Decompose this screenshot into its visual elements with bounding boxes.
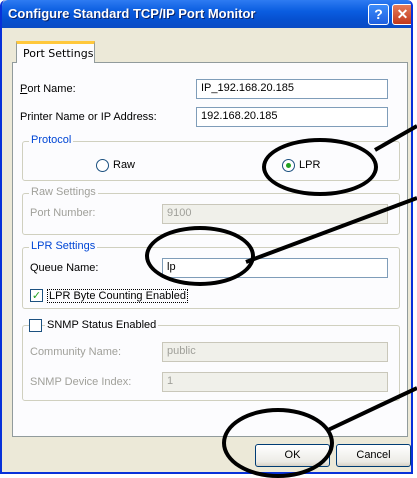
queue-callout-line	[245, 196, 417, 264]
ok-callout-line	[327, 386, 417, 432]
callout-lines	[245, 124, 417, 432]
tab-port-settings[interactable]: Port Settings	[16, 41, 95, 63]
lpr-callout-line	[374, 124, 417, 152]
